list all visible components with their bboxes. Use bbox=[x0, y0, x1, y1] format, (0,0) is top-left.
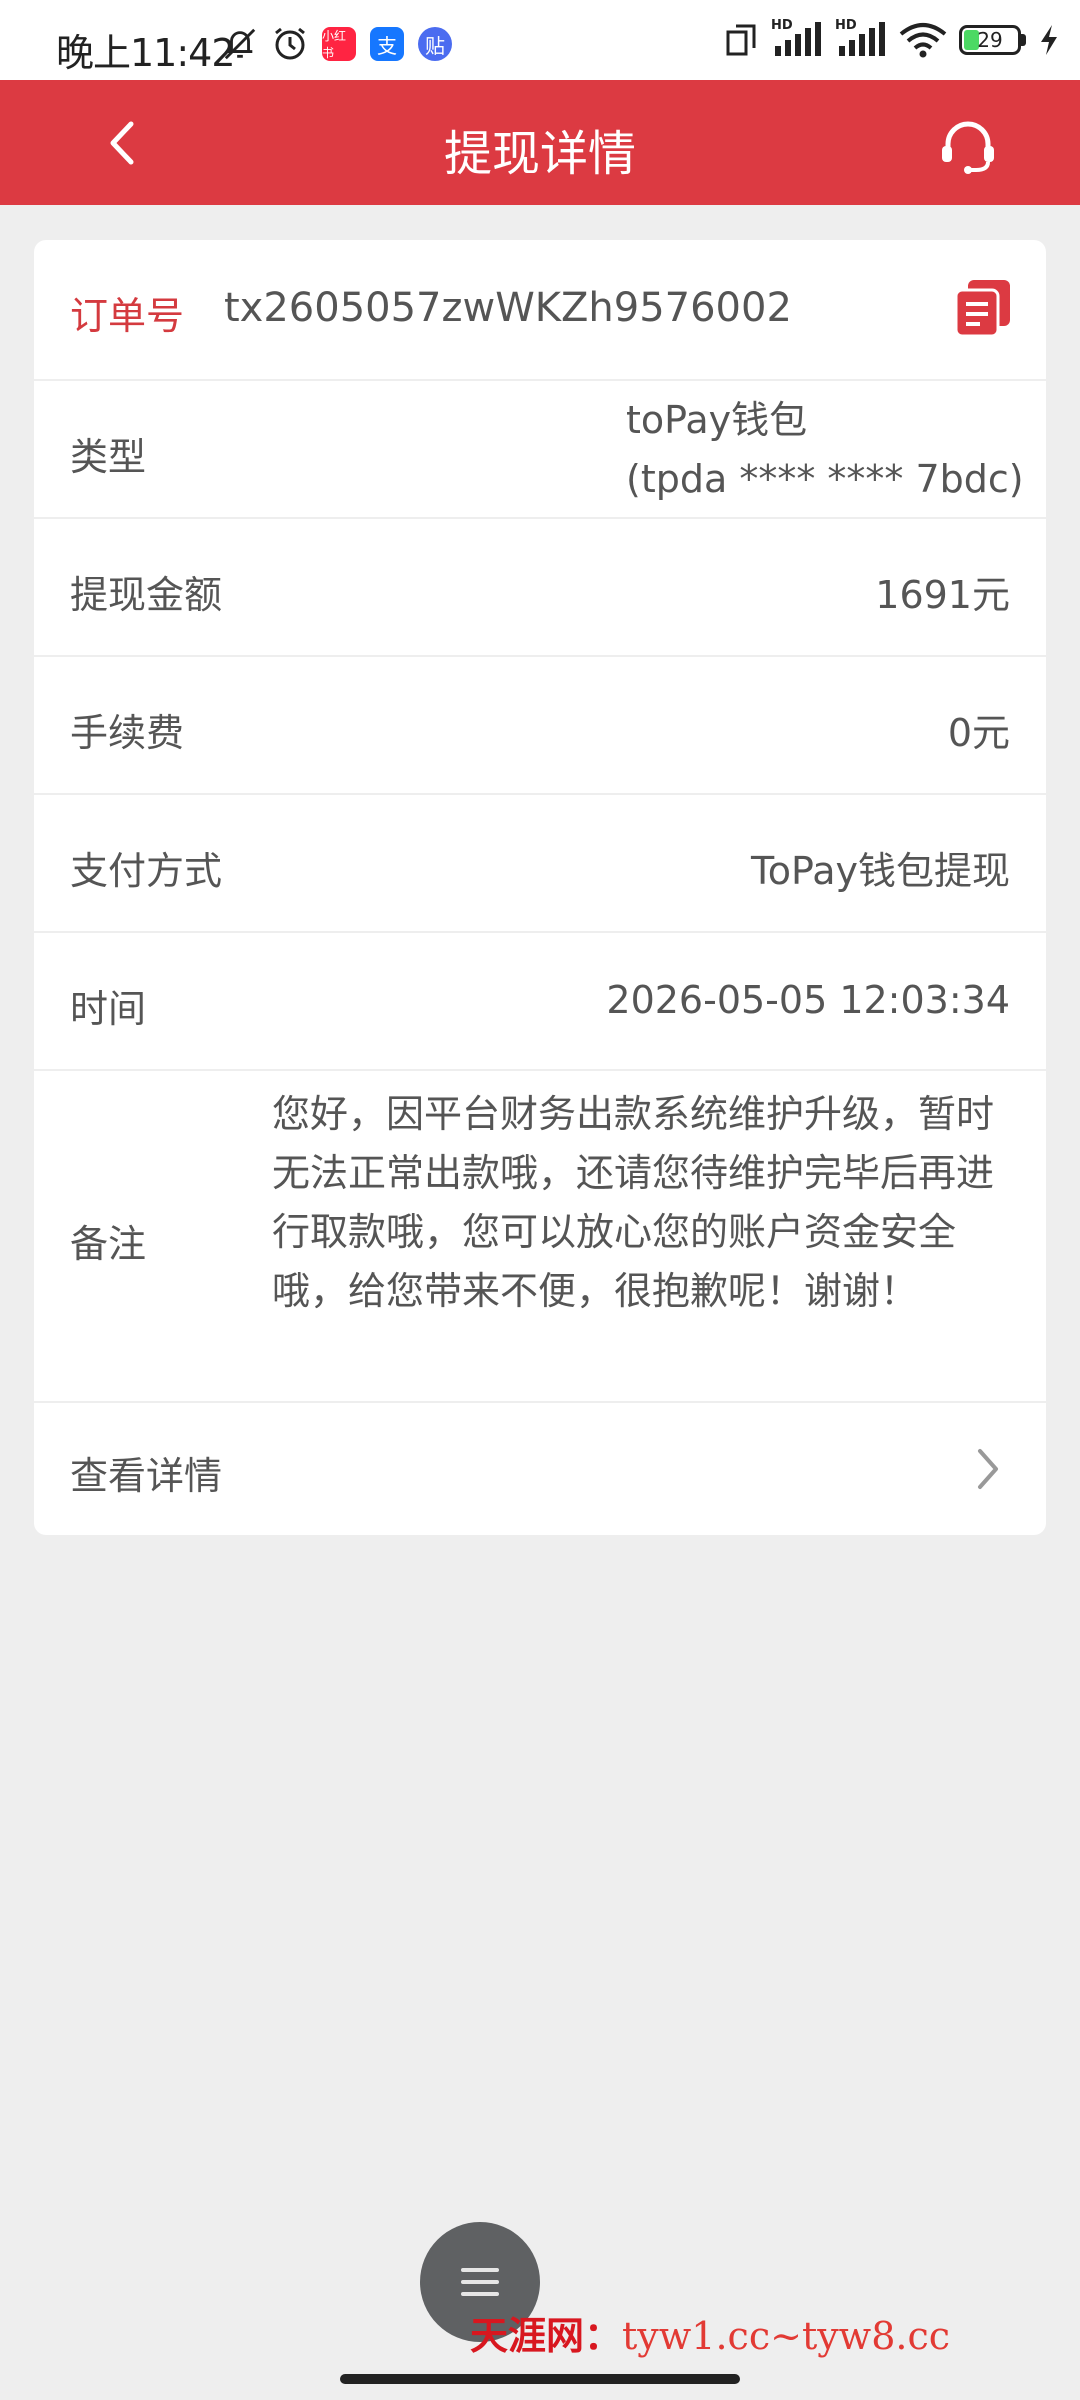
wifi-icon bbox=[899, 22, 947, 58]
time-value: 2026-05-05 12:03:34 bbox=[606, 978, 1010, 1022]
alarm-icon bbox=[272, 26, 308, 62]
type-value-line1: toPay钱包 bbox=[626, 398, 808, 442]
headset-icon bbox=[942, 121, 994, 174]
payment-method-label: 支付方式 bbox=[70, 849, 223, 893]
watermark: 天涯网：tyw1.cc~tyw8.cc bbox=[470, 2305, 950, 2360]
page-title: 提现详情 bbox=[443, 126, 636, 182]
type-value-line2: (tpda **** **** 7bdc) bbox=[626, 457, 1024, 501]
home-indicator[interactable] bbox=[340, 2374, 740, 2384]
xiaohongshu-icon: 小红书 bbox=[322, 27, 356, 61]
remark-value: 您好，因平台财务出款系统维护升级，暂时无法正常出款哦，还请您待维护完毕后再进行取… bbox=[272, 1092, 995, 1313]
customer-service-button[interactable] bbox=[938, 116, 998, 176]
battery-icon: 29 bbox=[959, 25, 1026, 55]
battery-level: 29 bbox=[977, 28, 1003, 52]
fee-row: 手续费 0元 bbox=[34, 657, 1046, 795]
battery-body: 29 bbox=[959, 25, 1021, 55]
status-right-icons: HD HD 29 bbox=[723, 18, 1060, 58]
view-details-row[interactable]: 查看详情 bbox=[34, 1403, 1046, 1535]
order-number-value: tx2605057zwWKZh9576002 bbox=[224, 285, 792, 331]
watermark-brand: 天涯网： bbox=[470, 2313, 623, 2358]
payment-method-row: 支付方式 ToPay钱包提现 bbox=[34, 795, 1046, 933]
amount-value: 1691元 bbox=[875, 573, 1010, 617]
header-bar: 提现详情 bbox=[0, 80, 1080, 205]
order-number-row: 订单号 tx2605057zwWKZh9576002 bbox=[34, 240, 1046, 381]
status-time: 晚上11:42 bbox=[56, 31, 236, 75]
screen-rotate-icon bbox=[723, 22, 759, 58]
battery-tip bbox=[1021, 34, 1026, 46]
tieba-icon: 贴 bbox=[418, 27, 452, 61]
order-number-label: 订单号 bbox=[70, 294, 185, 338]
status-bar: 晚上11:42 小红书 支 贴 HD HD 29 bbox=[0, 0, 1080, 80]
mute-bell-icon bbox=[222, 26, 258, 62]
view-details-label: 查看详情 bbox=[70, 1454, 223, 1498]
charging-icon bbox=[1038, 22, 1060, 58]
type-row: 类型 toPay钱包 (tpda **** **** 7bdc) bbox=[34, 381, 1046, 519]
signal-2-icon: HD bbox=[835, 18, 887, 58]
copy-icon bbox=[954, 280, 1010, 338]
menu-icon bbox=[461, 2268, 499, 2296]
copy-order-button[interactable] bbox=[954, 278, 1012, 338]
status-left-icons: 小红书 支 贴 bbox=[222, 26, 452, 62]
fee-value: 0元 bbox=[947, 711, 1010, 755]
time-row: 时间 2026-05-05 12:03:34 bbox=[34, 933, 1046, 1071]
withdrawal-detail-card: 订单号 tx2605057zwWKZh9576002 类型 toPay钱包 (t… bbox=[34, 240, 1046, 1535]
time-label: 时间 bbox=[70, 987, 147, 1031]
signal-1-icon: HD bbox=[771, 18, 823, 58]
watermark-site: tyw1.cc~tyw8.cc bbox=[622, 2314, 951, 2358]
amount-label: 提现金额 bbox=[70, 573, 223, 617]
amount-row: 提现金额 1691元 bbox=[34, 519, 1046, 657]
fee-label: 手续费 bbox=[70, 711, 185, 755]
type-label: 类型 bbox=[70, 435, 147, 479]
remark-row: 备注 您好，因平台财务出款系统维护升级，暂时无法正常出款哦，还请您待维护完毕后再… bbox=[34, 1071, 1046, 1403]
chevron-right-icon bbox=[978, 1449, 998, 1489]
payment-method-value: ToPay钱包提现 bbox=[751, 849, 1010, 893]
remark-label: 备注 bbox=[70, 1222, 147, 1266]
alipay-icon: 支 bbox=[370, 27, 404, 61]
